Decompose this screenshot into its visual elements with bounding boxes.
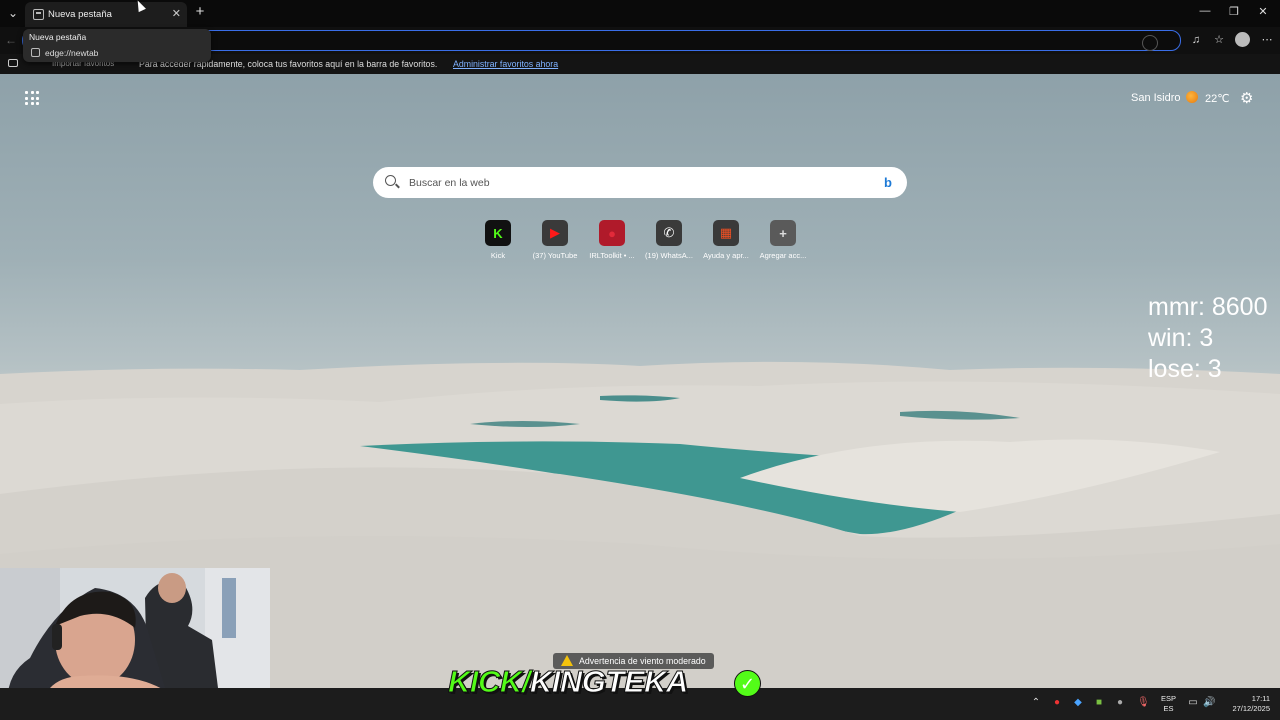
quick-link-label: Agregar acc... xyxy=(759,251,807,260)
kick-prefix: KICK/ xyxy=(448,664,531,700)
tray-app-icon[interactable]: ● xyxy=(1051,697,1063,709)
tab-title: Nueva pestaña xyxy=(48,9,112,20)
new-tab-button[interactable]: + xyxy=(193,4,207,20)
lose-stat: lose: 3 xyxy=(1148,355,1222,383)
microphone-icon[interactable]: 🎙 xyxy=(1137,697,1150,709)
app-launcher-icon[interactable] xyxy=(25,91,39,105)
tab-new-tab[interactable]: Nueva pestaña ✕ xyxy=(25,2,187,27)
more-menu-icon[interactable]: ⋯ xyxy=(1260,33,1274,47)
language-indicator[interactable]: ESP ES xyxy=(1161,694,1176,714)
close-window-button[interactable]: ✕ xyxy=(1256,5,1270,18)
sun-icon xyxy=(1186,91,1198,103)
newtab-page-icon xyxy=(33,9,44,20)
hover-card-url: edge://newtab xyxy=(45,48,99,58)
stream-stats: mmr: 8600 win: 3 lose: 3 xyxy=(1148,292,1267,385)
system-clock[interactable]: 17:11 27/12/2025 xyxy=(1224,694,1270,714)
quick-link-tile[interactable]: ▶ (37) YouTube xyxy=(525,220,585,260)
search-input[interactable] xyxy=(409,174,849,191)
network-icon[interactable]: ▭ xyxy=(1187,697,1199,709)
quick-link-icon: ● xyxy=(599,220,625,246)
collections-icon[interactable] xyxy=(8,59,18,67)
quick-link-icon: + xyxy=(770,220,796,246)
verified-check-icon: ✓ xyxy=(734,670,761,697)
quick-link-tile[interactable]: ▦ Ayuda y apr... xyxy=(696,220,756,260)
quick-link-tile[interactable]: ● IRLToolkit • ... xyxy=(582,220,642,260)
tab-close-icon[interactable]: ✕ xyxy=(172,7,181,20)
quick-link-add[interactable]: + Agregar acc... xyxy=(753,220,813,260)
web-search-box[interactable]: b xyxy=(373,167,907,198)
quick-link-icon: K xyxy=(485,220,511,246)
loading-spinner-icon xyxy=(1142,35,1158,51)
search-icon xyxy=(385,175,396,186)
settings-gear-icon[interactable]: ⚙ xyxy=(1240,89,1253,107)
minimize-button[interactable]: — xyxy=(1198,5,1212,17)
tray-cloud-icon[interactable]: ◆ xyxy=(1072,697,1084,709)
win-stat: win: 3 xyxy=(1148,324,1214,352)
language-code: ESP xyxy=(1161,694,1177,703)
kick-channel-name: KINGTEKA xyxy=(529,664,688,700)
kick-channel-banner: KICK/KINGTEKA xyxy=(448,664,689,700)
weather-temperature[interactable]: 22℃ xyxy=(1205,92,1230,105)
mmr-stat: mmr: 8600 xyxy=(1148,293,1268,321)
keyboard-layout: ES xyxy=(1163,704,1174,713)
nvidia-icon[interactable]: ■ xyxy=(1093,697,1105,709)
chevron-up-icon[interactable]: ⌃ xyxy=(1030,697,1042,709)
quick-link-label: (19) WhatsA... xyxy=(645,251,693,260)
quick-link-label: (37) YouTube xyxy=(532,251,578,260)
profile-avatar[interactable] xyxy=(1235,32,1250,47)
quick-link-icon: ▶ xyxy=(542,220,568,246)
quick-link-label: Ayuda y apr... xyxy=(703,251,749,260)
read-aloud-icon[interactable]: ♫ xyxy=(1189,33,1203,47)
clock-time: 17:11 xyxy=(1251,694,1270,703)
title-bar: ⌄ Nueva pestaña ✕ + — ❐ ✕ xyxy=(0,0,1280,27)
volume-icon[interactable]: 🔊 xyxy=(1203,697,1215,709)
tab-list-button[interactable]: ⌄ xyxy=(4,4,22,22)
weather-location[interactable]: San Isidro xyxy=(1131,92,1181,104)
manage-favorites-link[interactable]: Administrar favoritos ahora xyxy=(453,59,558,69)
quick-link-tile[interactable]: K Kick xyxy=(468,220,528,260)
quick-link-icon: ▦ xyxy=(713,220,739,246)
favorites-star-icon[interactable]: ☆ xyxy=(1212,33,1226,47)
newtab-page-icon xyxy=(31,48,40,57)
steam-icon[interactable]: ● xyxy=(1114,697,1126,709)
restore-button[interactable]: ❐ xyxy=(1227,5,1241,18)
bing-icon[interactable]: b xyxy=(884,175,892,190)
quick-link-tile[interactable]: ✆ (19) WhatsA... xyxy=(639,220,699,260)
clock-date: 27/12/2025 xyxy=(1232,704,1270,713)
quick-link-label: IRLToolkit • ... xyxy=(589,251,635,260)
quick-link-label: Kick xyxy=(490,251,506,260)
back-arrow-icon[interactable]: ← xyxy=(5,33,17,47)
hover-card-title: Nueva pestaña xyxy=(29,32,87,42)
quick-link-icon: ✆ xyxy=(656,220,682,246)
tab-hover-card: Nueva pestaña edge://newtab xyxy=(23,29,211,62)
